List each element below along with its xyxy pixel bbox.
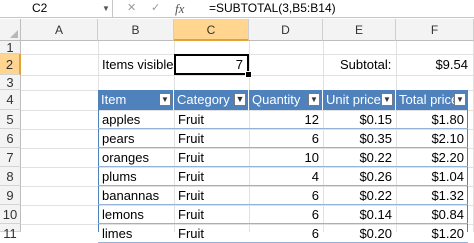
name-box-value: C2	[32, 1, 48, 15]
cell-unit-price[interactable]: $0.20	[323, 224, 396, 243]
cell-category[interactable]: Fruit	[174, 205, 249, 224]
cell-total-price[interactable]: $1.32	[396, 186, 468, 205]
cell-category[interactable]: Fruit	[174, 167, 249, 186]
fill-handle[interactable]	[245, 71, 252, 78]
row-header-6[interactable]: 6	[0, 129, 21, 148]
cell-total-price[interactable]: $0.84	[396, 205, 468, 224]
cell-item[interactable]: banannas	[98, 186, 174, 205]
header-label: Category	[177, 92, 230, 107]
cell-category[interactable]: Fruit	[174, 110, 249, 129]
cell-total-price[interactable]: $1.80	[396, 110, 468, 129]
name-box[interactable]: C2 ▼	[0, 0, 113, 17]
row-header-5[interactable]: 5	[0, 110, 21, 129]
cell-category[interactable]: Fruit	[174, 148, 249, 167]
cell-quantity[interactable]: 6	[249, 186, 323, 205]
filter-applied-icon[interactable]: ▼	[234, 93, 246, 106]
table-header-quantity: Quantity ▼	[249, 90, 323, 110]
items-visible-value: 7	[235, 57, 243, 72]
cell-item[interactable]: oranges	[98, 148, 174, 167]
cell-quantity[interactable]: 6	[249, 129, 323, 148]
header-label: Item	[101, 92, 127, 107]
table-header-unit-price: Unit price ▼	[323, 90, 396, 110]
cell-total-price[interactable]: $2.10	[396, 129, 468, 148]
row-header-9[interactable]: 9	[0, 186, 21, 205]
confirm-icon[interactable]: ✓	[151, 0, 160, 17]
select-all-button[interactable]	[0, 19, 21, 41]
row-header-1[interactable]: 1	[0, 41, 21, 54]
cell-unit-price[interactable]: $0.22	[323, 186, 396, 205]
cell-item[interactable]: limes	[98, 224, 174, 243]
insert-function-icon[interactable]: fx	[175, 0, 184, 17]
cell-unit-price[interactable]: $0.14	[323, 205, 396, 224]
row-header-2[interactable]: 2	[0, 54, 21, 75]
cell-category[interactable]: Fruit	[174, 224, 249, 243]
row-header-8[interactable]: 8	[0, 167, 21, 186]
cell-quantity[interactable]: 6	[249, 205, 323, 224]
table-header-item: Item ▼	[98, 90, 174, 110]
row-header-3[interactable]: 3	[0, 75, 21, 90]
cell-quantity[interactable]: 6	[249, 224, 323, 243]
header-label: Unit price	[326, 92, 381, 107]
cell-total-price[interactable]: $2.20	[396, 148, 468, 167]
cell-quantity[interactable]: 12	[249, 110, 323, 129]
subtotal-value: $9.54	[435, 57, 468, 72]
cell-total-price[interactable]: $1.04	[396, 167, 468, 186]
cell-quantity[interactable]: 4	[249, 167, 323, 186]
column-header-e[interactable]: E	[323, 19, 396, 41]
chevron-down-icon[interactable]: ▼	[100, 0, 112, 17]
column-header-c[interactable]: C	[174, 19, 249, 41]
column-header-d[interactable]: D	[249, 19, 323, 41]
filter-dropdown-icon[interactable]: ▼	[159, 93, 171, 106]
header-label: Quantity	[252, 92, 301, 107]
filter-dropdown-icon[interactable]: ▼	[308, 93, 320, 106]
cell-quantity[interactable]: 10	[249, 148, 323, 167]
cancel-icon[interactable]: ✕	[127, 0, 136, 17]
cell-item[interactable]: pears	[98, 129, 174, 148]
row-header-10[interactable]: 10	[0, 205, 21, 224]
column-header-b[interactable]: B	[98, 19, 174, 41]
subtotal-label: Subtotal:	[340, 57, 392, 72]
row-header-4[interactable]: 4	[0, 90, 21, 110]
formula-input[interactable]: =SUBTOTAL(3,B5:B14)	[209, 0, 336, 17]
header-label: Total price	[399, 92, 459, 107]
cell-category[interactable]: Fruit	[174, 129, 249, 148]
row-header-7[interactable]: 7	[0, 148, 21, 167]
table-header-total-price: Total price ▼	[396, 90, 468, 110]
table-header-category: Category ▼	[174, 90, 249, 110]
filter-dropdown-icon[interactable]: ▼	[454, 93, 466, 106]
cell-item[interactable]: plums	[98, 167, 174, 186]
cell-unit-price[interactable]: $0.15	[323, 110, 396, 129]
filter-dropdown-icon[interactable]: ▼	[381, 93, 393, 106]
formula-bar: C2 ▼ ✕ ✓ fx =SUBTOTAL(3,B5:B14)	[0, 0, 474, 18]
cell-category[interactable]: Fruit	[174, 186, 249, 205]
column-header-f[interactable]: F	[396, 19, 474, 41]
formula-bar-buttons: ✕ ✓ fx	[113, 0, 209, 17]
items-visible-label: Items visible:	[102, 57, 178, 72]
cell-item[interactable]: apples	[98, 110, 174, 129]
cell-item[interactable]: lemons	[98, 205, 174, 224]
cell-total-price[interactable]: $1.20	[396, 224, 468, 243]
cell-unit-price[interactable]: $0.35	[323, 129, 396, 148]
row-header-11[interactable]: 11	[0, 224, 21, 241]
cell-unit-price[interactable]: $0.26	[323, 167, 396, 186]
cell-unit-price[interactable]: $0.22	[323, 148, 396, 167]
column-header-a[interactable]: A	[21, 19, 98, 41]
